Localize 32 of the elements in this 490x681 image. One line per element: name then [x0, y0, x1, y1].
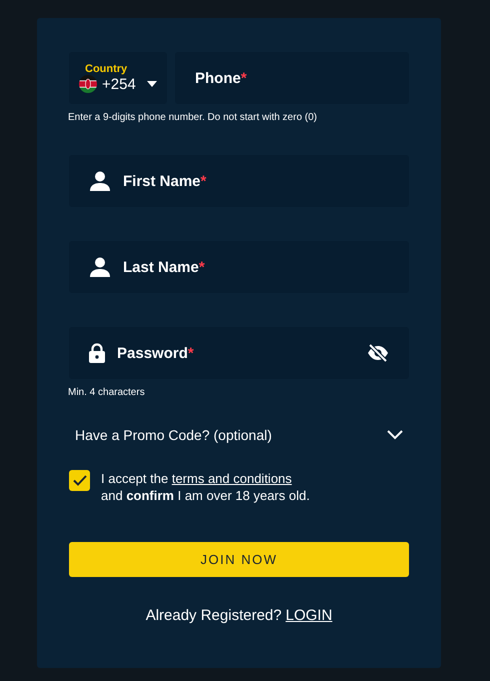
caret-icon [146, 81, 157, 87]
required-asterisk: * [198, 258, 205, 276]
flag-icon [79, 75, 97, 93]
required-asterisk: * [240, 70, 247, 86]
consent-checkbox[interactable] [69, 470, 90, 491]
join-now-button[interactable]: JOIN NOW [69, 542, 409, 577]
country-label: Country [85, 63, 128, 75]
name-field[interactable]: First Name* [69, 155, 409, 207]
country-selector[interactable]: Country +254 [69, 52, 167, 104]
promo-code-toggle[interactable]: Have a Promo Code? (optional) [69, 420, 409, 450]
password-field[interactable]: Password* [69, 327, 409, 379]
name-field[interactable]: Last Name* [69, 241, 409, 293]
phone-placeholder: Phone* [195, 70, 248, 86]
field-placeholder: Password* [117, 344, 195, 362]
checkmark-icon [72, 475, 86, 486]
person-icon [89, 257, 111, 277]
required-asterisk: * [188, 344, 194, 362]
field-placeholder: First Name* [123, 172, 208, 190]
phone-field[interactable]: Phone* [175, 52, 409, 104]
consent-text: I accept the terms and conditions and confirm I am over 18 years old. [101, 470, 310, 504]
phone-hint: Enter a 9-digits phone number. Do not start with zero (0) [68, 112, 318, 123]
person-icon [89, 171, 111, 191]
chevron-icon [387, 430, 403, 440]
hidden-eye-icon[interactable] [367, 344, 389, 362]
login-prompt: Already Registered? [146, 607, 282, 624]
dial-code: +254 [102, 76, 136, 92]
required-asterisk: * [200, 172, 206, 190]
password-hint: Min. 4 characters [68, 387, 146, 398]
login-link[interactable]: LOGIN [286, 607, 332, 624]
terms-link[interactable]: terms and conditions [172, 471, 292, 486]
field-placeholder: Last Name* [123, 258, 206, 276]
lock-icon [89, 343, 105, 363]
